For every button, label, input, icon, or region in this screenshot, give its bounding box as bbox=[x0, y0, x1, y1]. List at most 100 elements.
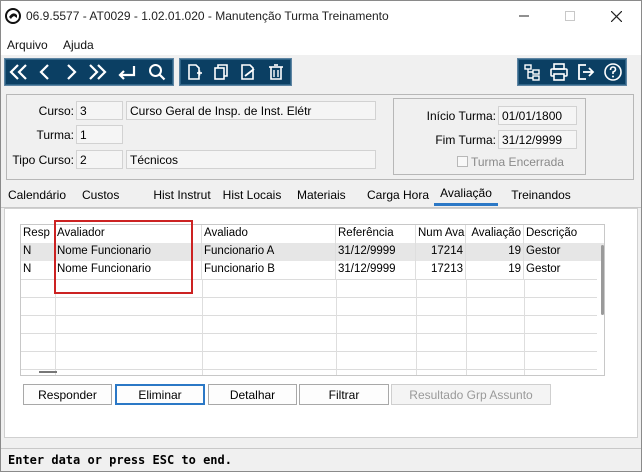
return-icon bbox=[118, 66, 136, 80]
grid-row-line bbox=[21, 351, 597, 352]
copy-icon bbox=[214, 64, 228, 80]
cell-referencia: 31/12/9999 bbox=[336, 243, 416, 261]
tipo-curso-name-field: Técnicos bbox=[126, 150, 376, 169]
cell-avaliador: Nome Funcionario bbox=[55, 261, 202, 279]
tab-strip: Calendário Custos Hist Instrut Hist Loca… bbox=[1, 183, 641, 207]
cell-resp: N bbox=[21, 261, 55, 279]
fim-turma-field[interactable]: 31/12/9999 bbox=[498, 130, 577, 149]
turma-encerrada-label: Turma Encerrada bbox=[471, 155, 564, 169]
filtrar-button[interactable]: Filtrar bbox=[299, 384, 389, 405]
edit-icon bbox=[241, 64, 255, 80]
grid-horizontal-scroll-thumb[interactable] bbox=[39, 371, 57, 373]
delete-record-button[interactable] bbox=[264, 59, 288, 85]
window-title: 06.9.5577 - AT0029 - 1.02.01.020 - Manut… bbox=[26, 9, 389, 23]
status-bar: Enter data or press ESC to end. bbox=[1, 448, 641, 471]
course-info-panel: Curso: 3 Curso Geral de Insp. de Inst. E… bbox=[6, 94, 634, 180]
grid-col-line bbox=[55, 279, 56, 375]
inicio-turma-label: Início Turma: bbox=[426, 109, 496, 123]
resultado-grp-assunto-button[interactable]: Resultado Grp Assunto bbox=[391, 384, 551, 405]
avaliacao-grid[interactable]: Resp Avaliador Avaliado Referência Num A… bbox=[20, 224, 605, 376]
delete-icon bbox=[269, 64, 283, 80]
minimize-button[interactable] bbox=[501, 1, 547, 31]
inicio-turma-field[interactable]: 01/01/1800 bbox=[498, 106, 577, 125]
col-header-avaliado[interactable]: Avaliado bbox=[202, 225, 336, 243]
navigation-toolbar-group bbox=[4, 58, 174, 86]
print-button[interactable] bbox=[547, 59, 571, 85]
exit-icon bbox=[578, 64, 595, 80]
grid-row-line bbox=[21, 315, 597, 316]
table-row[interactable]: N Nome Funcionario Funcionario A 31/12/9… bbox=[21, 243, 604, 261]
tab-hist-instrut[interactable]: Hist Instrut bbox=[150, 183, 214, 206]
cell-avaliado: Funcionario A bbox=[202, 243, 336, 261]
next-record-button[interactable] bbox=[59, 59, 83, 85]
return-button[interactable] bbox=[115, 59, 139, 85]
maximize-button[interactable] bbox=[547, 1, 593, 31]
grid-col-line bbox=[416, 279, 417, 375]
utility-toolbar-group bbox=[517, 58, 627, 86]
close-icon bbox=[610, 10, 622, 22]
tab-avaliacao[interactable]: Avaliação bbox=[434, 183, 498, 206]
fim-turma-label: Fim Turma: bbox=[435, 133, 496, 147]
col-header-descricao[interactable]: Descrição bbox=[524, 225, 597, 243]
tree-view-button[interactable] bbox=[520, 59, 544, 85]
tab-materiais[interactable]: Materiais bbox=[294, 183, 360, 206]
edit-record-button[interactable] bbox=[236, 59, 260, 85]
tab-treinandos[interactable]: Treinandos bbox=[507, 183, 575, 206]
menu-arquivo[interactable]: Arquivo bbox=[7, 38, 48, 52]
col-header-resp[interactable]: Resp bbox=[21, 225, 55, 243]
detalhar-button[interactable]: Detalhar bbox=[208, 384, 297, 405]
cell-descricao: Gestor bbox=[526, 245, 561, 257]
last-record-button[interactable] bbox=[85, 59, 109, 85]
first-record-button[interactable] bbox=[7, 59, 31, 85]
next-icon bbox=[67, 64, 77, 80]
previous-record-button[interactable] bbox=[33, 59, 57, 85]
grid-row-line bbox=[21, 333, 597, 334]
tipo-curso-code-field[interactable]: 2 bbox=[76, 150, 123, 169]
first-icon bbox=[9, 64, 27, 80]
table-row[interactable]: N Nome Funcionario Funcionario B 31/12/9… bbox=[21, 261, 604, 279]
tipo-curso-label: Tipo Curso: bbox=[12, 153, 74, 167]
col-header-num-aval[interactable]: Num Aval bbox=[416, 225, 466, 243]
edit-toolbar-group bbox=[179, 58, 292, 86]
application-window: 06.9.5577 - AT0029 - 1.02.01.020 - Manut… bbox=[0, 0, 642, 472]
toolbar bbox=[1, 55, 641, 91]
grid-row-line bbox=[21, 279, 597, 280]
col-header-referencia[interactable]: Referência bbox=[336, 225, 416, 243]
close-window-button[interactable] bbox=[593, 1, 639, 31]
search-button[interactable] bbox=[145, 59, 169, 85]
search-icon bbox=[149, 64, 166, 81]
new-record-button[interactable] bbox=[182, 59, 206, 85]
grid-row-line bbox=[21, 297, 597, 298]
grid-row-line bbox=[21, 369, 597, 370]
last-icon bbox=[89, 64, 107, 80]
tab-carga-hora[interactable]: Carga Hora bbox=[367, 183, 429, 206]
tab-hist-locais[interactable]: Hist Locais bbox=[222, 183, 282, 206]
print-icon bbox=[550, 63, 568, 81]
curso-code-field[interactable]: 3 bbox=[76, 101, 123, 120]
status-message: Enter data or press ESC to end. bbox=[8, 453, 232, 467]
turma-field[interactable]: 1 bbox=[76, 125, 123, 144]
grid-vertical-scrollbar[interactable] bbox=[599, 243, 604, 375]
cell-avaliado: Funcionario B bbox=[202, 261, 336, 279]
help-button[interactable] bbox=[601, 59, 625, 85]
cell-avaliacao: 19 bbox=[466, 261, 524, 279]
app-logo-icon bbox=[5, 8, 21, 24]
col-header-avaliador[interactable]: Avaliador bbox=[55, 225, 202, 243]
minimize-icon bbox=[519, 15, 529, 17]
menu-bar: Arquivo Ajuda bbox=[1, 31, 641, 55]
tab-calendario[interactable]: Calendário bbox=[7, 183, 67, 206]
exit-button[interactable] bbox=[574, 59, 598, 85]
turma-encerrada-checkbox[interactable] bbox=[457, 156, 468, 167]
responder-button[interactable]: Responder bbox=[23, 384, 112, 405]
tree-icon bbox=[524, 64, 540, 81]
turma-dates-box: Início Turma: 01/01/1800 Fim Turma: 31/1… bbox=[393, 98, 586, 175]
cell-avaliacao: 19 bbox=[466, 243, 524, 261]
col-header-avaliacao[interactable]: Avaliação bbox=[466, 225, 524, 243]
copy-record-button[interactable] bbox=[209, 59, 233, 85]
tab-custos[interactable]: Custos bbox=[79, 183, 137, 206]
grid-scroll-thumb[interactable] bbox=[601, 245, 604, 315]
curso-name-field: Curso Geral de Insp. de Inst. Elétr bbox=[126, 101, 376, 120]
eliminar-button[interactable]: Eliminar bbox=[115, 384, 205, 405]
menu-ajuda[interactable]: Ajuda bbox=[63, 38, 94, 52]
new-record-icon bbox=[188, 64, 202, 80]
